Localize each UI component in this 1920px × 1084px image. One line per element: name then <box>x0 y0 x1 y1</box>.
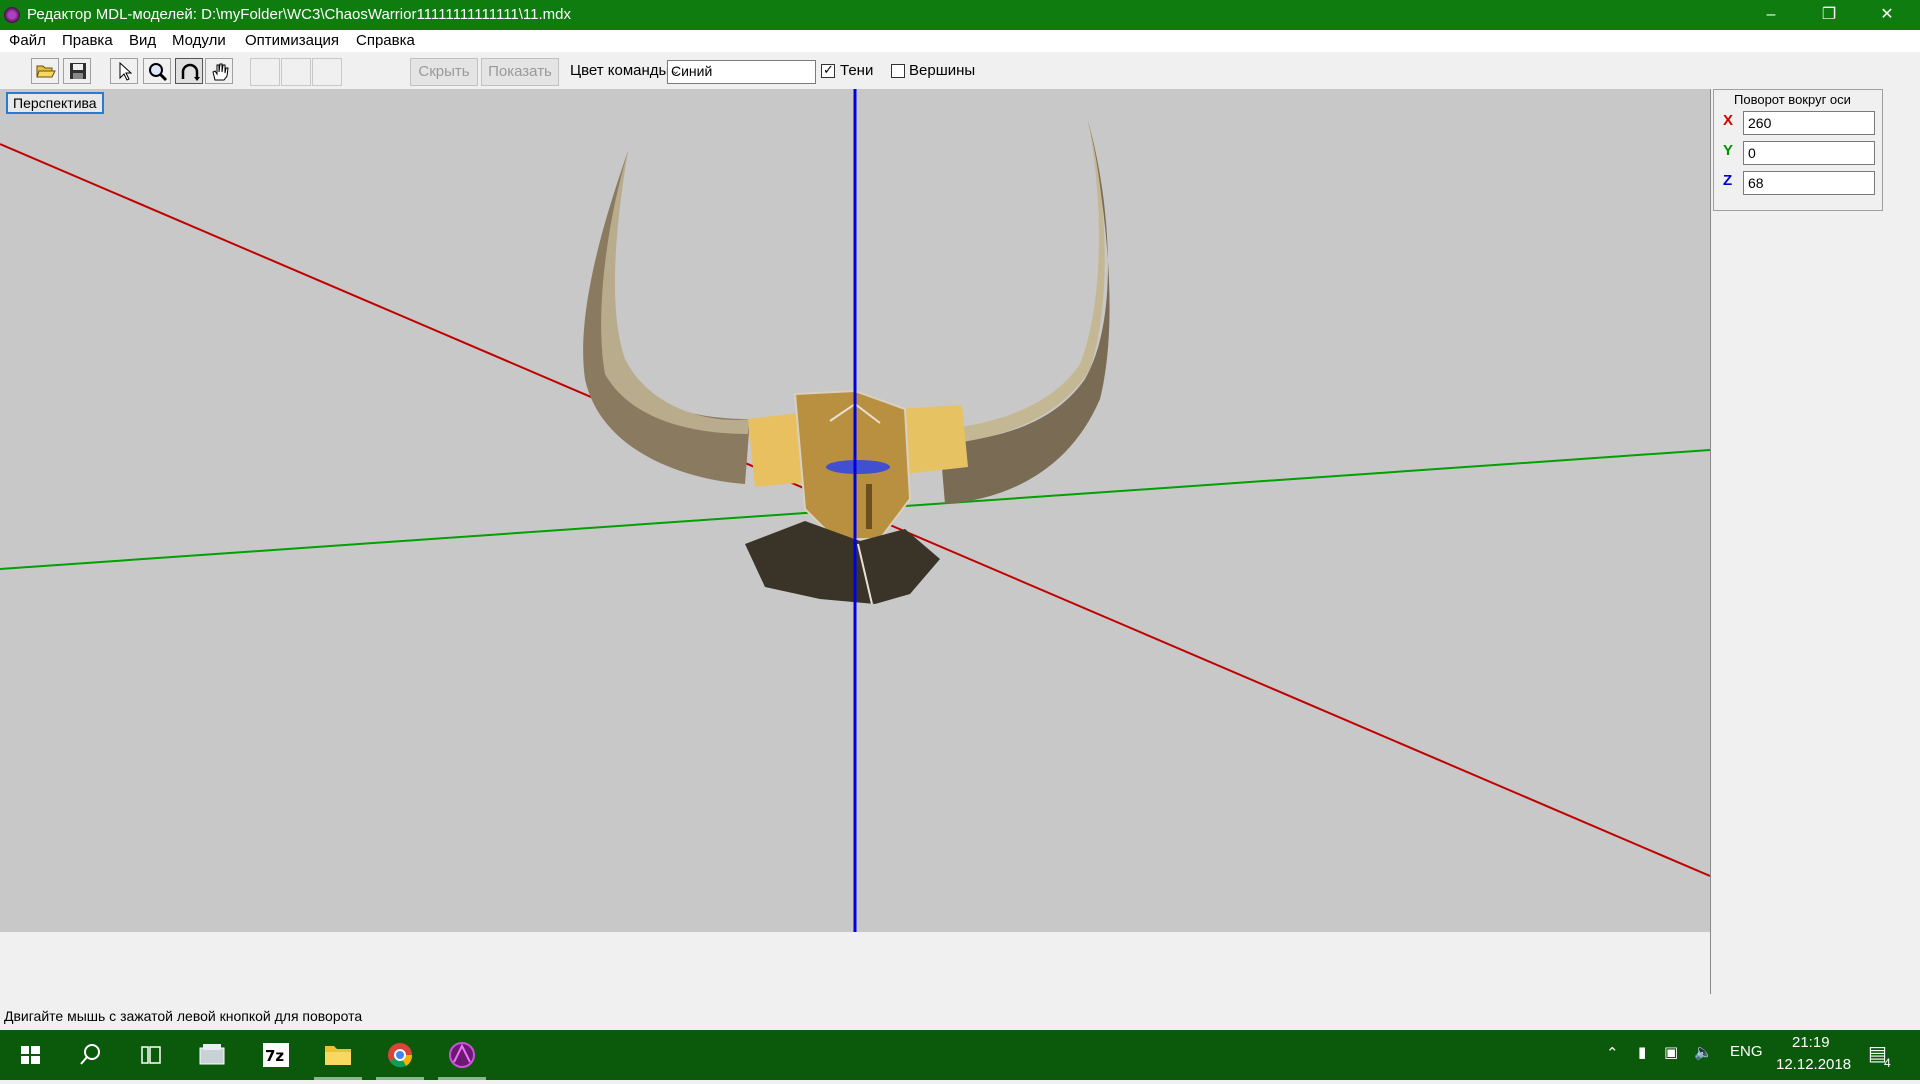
svg-text:7z: 7z <box>265 1047 284 1065</box>
magnifier-icon <box>149 63 168 82</box>
toolbar-button-empty-1[interactable] <box>250 58 280 86</box>
volume-icon[interactable]: 🔈 <box>1694 1043 1713 1061</box>
task-view-icon <box>141 1046 161 1064</box>
save-button[interactable] <box>63 58 91 84</box>
perspective-view-button[interactable]: Перспектива <box>6 92 104 114</box>
zoom-tool-button[interactable] <box>143 58 171 84</box>
7zip-icon: 7z <box>263 1043 289 1067</box>
toolbar-button-empty-3[interactable] <box>312 58 342 86</box>
folder-open-icon <box>36 65 56 78</box>
task-view-button[interactable] <box>122 1030 178 1080</box>
rotation-title: Поворот вокруг оси <box>1734 92 1851 107</box>
minimize-button[interactable]: – <box>1742 0 1800 30</box>
window-title: Редактор MDL-моделей: D:\myFolder\WC3\Ch… <box>27 6 572 23</box>
search-icon <box>80 1044 100 1065</box>
x-axis-label: X <box>1723 112 1734 129</box>
rotation-z-input[interactable]: 68 <box>1743 171 1875 195</box>
menu-file[interactable]: Файл <box>9 32 46 49</box>
taskbar-app-explorer[interactable] <box>310 1030 366 1080</box>
start-button[interactable] <box>2 1030 58 1080</box>
pan-tool-button[interactable] <box>205 58 233 84</box>
menu-edit[interactable]: Правка <box>62 32 113 49</box>
rotation-x-input[interactable]: 260 <box>1743 111 1875 135</box>
vertices-checkbox[interactable] <box>891 64 905 78</box>
app-icon <box>4 7 20 23</box>
language-indicator[interactable]: ENG <box>1730 1043 1763 1060</box>
tray-chevron-icon[interactable]: ⌃ <box>1606 1044 1619 1062</box>
y-axis-label: Y <box>1723 142 1734 159</box>
cursor-icon <box>119 62 133 81</box>
title-bar: Редактор MDL-моделей: D:\myFolder\WC3\Ch… <box>0 0 1920 30</box>
rotation-groupbox: Поворот вокруг оси X 260 Y 0 Z 68 <box>1713 89 1883 211</box>
rotate-icon <box>181 63 200 81</box>
viewport-scene <box>0 89 1710 932</box>
show-button[interactable]: Показать <box>481 58 559 86</box>
menu-modules[interactable]: Модули <box>172 32 226 49</box>
checkmark-icon: ✓ <box>823 62 834 77</box>
windows-icon <box>21 1046 40 1064</box>
rotation-y-input[interactable]: 0 <box>1743 141 1875 165</box>
chrome-icon <box>388 1043 413 1068</box>
taskbar-app-scanner[interactable] <box>184 1030 240 1080</box>
close-button[interactable]: ✕ <box>1858 0 1916 30</box>
search-button[interactable] <box>62 1030 118 1080</box>
maximize-button[interactable]: ❐ <box>1800 0 1858 30</box>
rotation-x-value: 260 <box>1748 115 1772 131</box>
panel-divider <box>1710 89 1711 994</box>
menu-optimization[interactable]: Оптимизация <box>245 32 339 49</box>
mdl-editor-icon <box>449 1042 475 1068</box>
horned-helmet-model <box>583 121 1110 605</box>
taskbar-app-mdl-editor[interactable] <box>434 1030 490 1080</box>
menu-bar: Файл Правка Вид Модули Оптимизация Справ… <box>0 30 1920 52</box>
clock-time[interactable]: 21:19 <box>1792 1034 1830 1051</box>
clock-date[interactable]: 12.12.2018 <box>1776 1056 1851 1073</box>
toolbar-button-empty-2[interactable] <box>281 58 311 86</box>
open-button[interactable] <box>31 58 59 84</box>
side-panel <box>1711 89 1920 994</box>
network-icon[interactable]: ▣ <box>1664 1043 1678 1061</box>
chevron-down-icon: ⌄ <box>671 65 681 77</box>
select-tool-button[interactable] <box>110 58 138 84</box>
taskbar-app-7zip[interactable]: 7z <box>248 1030 304 1080</box>
shadows-checkbox[interactable]: ✓ <box>821 62 835 78</box>
team-color-select[interactable]: Синий ⌄ <box>667 60 816 84</box>
menu-view[interactable]: Вид <box>129 32 156 49</box>
team-color-label: Цвет команды: <box>570 62 674 79</box>
rotation-z-value: 68 <box>1748 175 1764 191</box>
menu-help[interactable]: Справка <box>356 32 415 49</box>
notification-count: 4 <box>1884 1056 1891 1070</box>
scanner-app-icon <box>199 1044 225 1065</box>
vertices-label: Вершины <box>909 62 976 79</box>
3d-viewport[interactable] <box>0 89 1710 932</box>
hide-button[interactable]: Скрыть <box>410 58 478 86</box>
folder-icon <box>325 1046 351 1065</box>
status-bar-text: Двигайте мышь с зажатой левой кнопкой дл… <box>4 1008 363 1024</box>
rotate-tool-button[interactable] <box>175 58 203 84</box>
shadows-label: Тени <box>840 62 874 79</box>
floppy-icon <box>70 63 86 79</box>
rotation-y-value: 0 <box>1748 145 1756 161</box>
taskbar-app-chrome[interactable] <box>372 1030 428 1080</box>
battery-icon[interactable]: ▮ <box>1638 1043 1646 1061</box>
taskbar: 7z ⌃ ▮ ▣ 🔈 ENG 21:19 12.12.2018 ▤ 4 <box>0 1030 1920 1080</box>
hand-icon <box>212 63 229 81</box>
z-axis-label: Z <box>1723 172 1733 189</box>
